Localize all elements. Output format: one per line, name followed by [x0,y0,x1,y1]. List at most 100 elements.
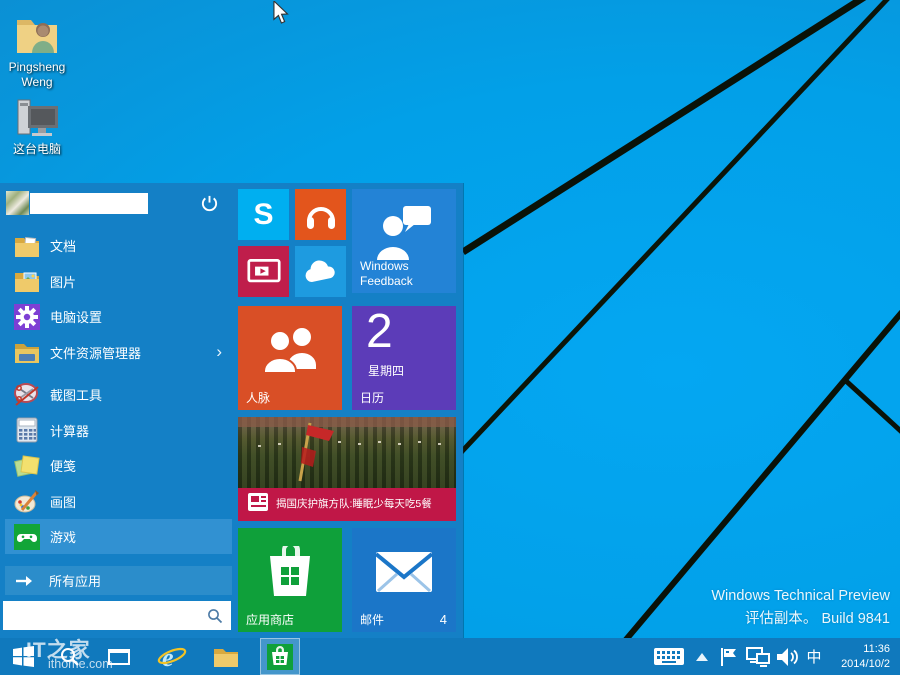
network-button[interactable] [744,638,772,675]
news-headline: 揭国庆护旗方队:睡眠少每天吃5餐 [276,498,436,512]
video-icon [247,258,281,286]
snipping-tool-icon [13,381,40,408]
store-taskbar-button[interactable] [260,638,300,675]
tile-label: 日历 [360,391,384,405]
watermark-line2: 评估副本。 Build 9841 [711,608,890,630]
tile-calendar[interactable]: 2 星期四 日历 [352,306,456,410]
keyboard-icon [654,648,684,665]
news-icon [247,492,269,517]
tile-label: Windows Feedback [360,259,430,288]
menu-item-file-explorer[interactable]: 文件资源管理器 › [5,335,232,370]
pc-settings-gear-icon [13,303,40,330]
menu-item-sticky-notes[interactable]: 便笺 [5,448,232,483]
menu-item-calculator[interactable]: 计算器 [5,413,232,448]
internet-explorer-icon: e [157,643,187,671]
menu-item-label: 图片 [50,272,76,291]
windows-logo-icon [13,646,34,667]
tile-people[interactable]: 人脉 [238,306,342,410]
desktop-icon-this-pc[interactable]: 这台电脑 [0,98,74,157]
menu-item-label: 画图 [50,492,76,511]
svg-text:e: e [162,643,174,671]
start-search-input[interactable] [3,601,231,630]
file-explorer-icon [13,339,40,366]
submenu-chevron-icon[interactable]: › [216,342,222,362]
desktop: Pingsheng Weng 这台电脑 Windows Technical Pr… [0,0,900,675]
touch-keyboard-button[interactable] [650,638,688,675]
user-row [6,189,226,217]
tile-store[interactable]: 应用商店 [238,528,342,632]
paint-icon [13,488,40,515]
pictures-folder-icon [13,268,40,295]
task-view-button[interactable] [98,638,140,675]
calendar-weekday: 星期四 [368,362,404,379]
start-tiles: S Windows Feedback [238,189,456,633]
taskbar: e [0,638,900,675]
watermark-line1: Windows Technical Preview [711,585,890,607]
all-apps-label: 所有应用 [49,571,101,590]
tile-skype[interactable]: S [238,189,289,240]
mail-unread-badge: 4 [440,612,447,627]
menu-item-label: 电脑设置 [50,307,102,326]
menu-item-label: 截图工具 [50,385,102,404]
flag-icon [720,647,738,667]
menu-item-label: 游戏 [50,527,76,546]
start-button[interactable] [0,638,46,675]
build-watermark: Windows Technical Preview 评估副本。 Build 98… [711,585,890,630]
power-icon [200,194,219,213]
documents-folder-icon [13,232,40,259]
show-hidden-icons-button[interactable] [692,638,712,675]
tile-label: 应用商店 [246,613,294,627]
search-icon [60,647,80,667]
start-menu: 文档 图片 [0,183,463,638]
calendar-day: 2 [366,306,393,359]
all-apps-button[interactable]: 所有应用 [5,566,232,595]
internet-explorer-button[interactable]: e [150,638,194,675]
action-center-button[interactable] [716,638,742,675]
desktop-icon-label: Pingsheng Weng [9,60,66,89]
all-apps-arrow-icon [15,575,37,587]
menu-item-label: 便笺 [50,456,76,475]
window-icon [107,648,131,666]
start-menu-left-column: 文档 图片 [0,183,234,638]
tile-news[interactable]: 揭国庆护旗方队:睡眠少每天吃5餐 [238,417,456,521]
menu-item-documents[interactable]: 文档 [5,228,232,263]
tile-video[interactable] [238,246,289,297]
clock[interactable]: 11:36 2014/10/2 [826,638,894,675]
menu-item-pictures[interactable]: 图片 [5,264,232,299]
menu-item-paint[interactable]: 画图 [5,484,232,519]
store-icon [267,644,293,670]
desktop-icon-label: 这台电脑 [13,142,61,156]
menu-item-label: 文档 [50,236,76,255]
mouse-cursor [272,1,290,25]
onedrive-cloud-icon [303,260,339,284]
clock-time: 11:36 [863,642,890,657]
chevron-up-icon [696,653,708,661]
games-icon [13,523,40,550]
desktop-icon-user-folder[interactable]: Pingsheng Weng [0,12,74,90]
speaker-icon [776,647,798,667]
ime-indicator[interactable]: 中 [802,638,826,675]
clock-date: 2014/10/2 [841,657,890,672]
user-folder-icon [13,12,61,58]
headphones-icon [304,199,338,231]
taskbar-search-button[interactable] [50,638,90,675]
search-icon[interactable] [207,608,223,624]
tile-label: 邮件 [360,613,384,627]
user-avatar[interactable] [6,191,29,215]
tile-windows-feedback[interactable]: Windows Feedback [352,189,456,293]
user-name-box[interactable] [30,193,148,214]
news-banner: 揭国庆护旗方队:睡眠少每天吃5餐 [238,488,456,521]
power-button[interactable] [196,191,222,215]
menu-item-pc-settings[interactable]: 电脑设置 [5,299,232,334]
tile-onedrive[interactable] [295,246,346,297]
tile-music[interactable] [295,189,346,240]
menu-item-games[interactable]: 游戏 [5,519,232,554]
menu-item-snipping-tool[interactable]: 截图工具 [5,377,232,412]
tile-mail[interactable]: 邮件 4 [352,528,456,632]
file-explorer-button[interactable] [204,638,248,675]
tile-label: 人脉 [246,391,270,405]
news-photo [238,417,456,488]
menu-item-label: 文件资源管理器 [50,343,141,362]
volume-button[interactable] [774,638,800,675]
menu-item-label: 计算器 [50,421,89,440]
